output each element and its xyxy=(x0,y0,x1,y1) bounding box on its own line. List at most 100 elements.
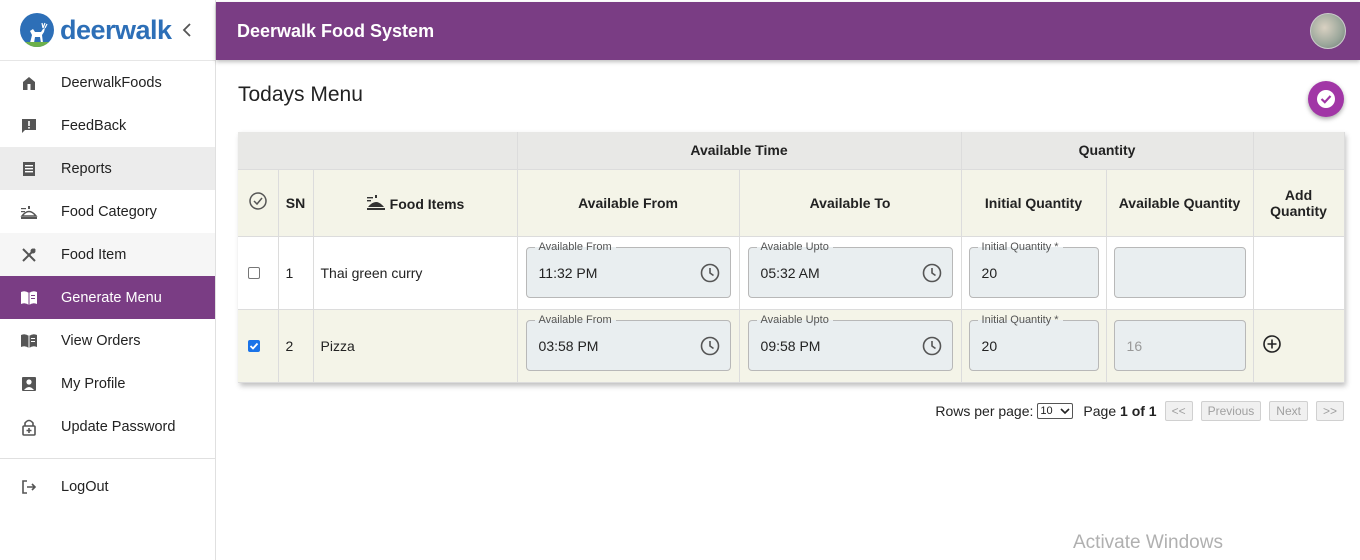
available-from-field[interactable]: Available From 03:58 PM xyxy=(525,314,731,371)
from-cell: Available From 11:32 PM xyxy=(517,236,740,310)
menu-book-icon xyxy=(20,289,38,307)
cutlery-icon xyxy=(20,246,38,264)
sidebar-item-reports[interactable]: Reports xyxy=(0,147,215,190)
row-select-cell xyxy=(238,309,279,383)
logo-row: deerwalk xyxy=(0,0,215,61)
select-all-header[interactable] xyxy=(238,169,279,237)
sidebar-item-feedback[interactable]: FeedBack xyxy=(0,104,215,147)
field-label: Initial Quantity * xyxy=(977,314,1063,326)
initial-cell: Initial Quantity * 20 xyxy=(961,309,1107,383)
confirm-menu-button[interactable] xyxy=(1308,81,1344,117)
clock-icon[interactable] xyxy=(700,336,720,356)
food-category-icon xyxy=(20,203,38,221)
add-circle-icon[interactable] xyxy=(1262,334,1282,354)
food-category-icon xyxy=(366,195,385,210)
field-label: Available From xyxy=(534,241,616,253)
deer-logo-icon xyxy=(20,13,54,47)
row-select-cell xyxy=(238,236,279,310)
column-header-food-items: Food Items xyxy=(313,169,518,237)
field-value: 03:58 PM xyxy=(538,338,599,354)
row-sn: 2 xyxy=(278,309,314,383)
available-cell: 16 xyxy=(1106,309,1254,383)
clock-icon[interactable] xyxy=(922,263,942,283)
sidebar-item-label: My Profile xyxy=(61,375,126,392)
sidebar-item-label: FeedBack xyxy=(61,117,127,134)
avatar[interactable] xyxy=(1310,13,1346,49)
logout-label: LogOut xyxy=(61,478,109,495)
brand-name: deerwalk xyxy=(60,14,172,45)
food-items-label: Food Items xyxy=(389,196,465,212)
rows-per-page-value: 10 xyxy=(1040,405,1053,417)
to-cell: Avaiable Upto 09:58 PM xyxy=(739,309,962,383)
table-row: 1 Thai green curry Available From 11:32 … xyxy=(238,236,1345,310)
row-checkbox[interactable] xyxy=(248,266,260,279)
check-circle-outline-icon xyxy=(249,192,267,210)
clock-icon[interactable] xyxy=(922,336,942,356)
sidebar-item-label: View Orders xyxy=(61,332,141,349)
sidebar-item-food-item[interactable]: Food Item xyxy=(0,233,215,276)
available-to-field[interactable]: Avaiable Upto 09:58 PM xyxy=(747,314,953,371)
field-label: Initial Quantity * xyxy=(977,241,1063,253)
group-header-available-time: Available Time xyxy=(517,132,962,170)
chevron-down-icon xyxy=(1060,408,1070,415)
rows-per-page-label: Rows per page: xyxy=(935,403,1034,419)
sidebar-item-generate-menu[interactable]: Generate Menu xyxy=(0,276,215,319)
column-header-available-quantity: Available Quantity xyxy=(1106,169,1254,237)
check-circle-icon xyxy=(1317,90,1335,108)
from-cell: Available From 03:58 PM xyxy=(517,309,740,383)
sidebar-divider xyxy=(0,458,215,459)
total-pages: 1 xyxy=(1148,403,1157,419)
previous-page-button[interactable]: Previous xyxy=(1200,401,1262,421)
available-quantity-field: 16 xyxy=(1113,320,1246,371)
sidebar-item-label: Food Category xyxy=(61,203,157,220)
initial-quantity-field[interactable]: Initial Quantity * 20 xyxy=(968,314,1099,371)
sidebar-item-label: Food Item xyxy=(61,246,127,263)
last-page-button[interactable]: >> xyxy=(1315,401,1344,421)
sidebar-item-my-profile[interactable]: My Profile xyxy=(0,362,215,405)
row-food-name: Thai green curry xyxy=(313,236,518,310)
row-checkbox[interactable] xyxy=(248,339,260,352)
page-indicator: Page 1 of 1 xyxy=(1083,403,1156,419)
collapse-sidebar-button[interactable] xyxy=(179,20,195,40)
column-header-add-quantity: Add Quantity xyxy=(1253,169,1345,237)
available-to-field[interactable]: Avaiable Upto 05:32 AM xyxy=(747,241,953,298)
next-page-button[interactable]: Next xyxy=(1269,401,1308,421)
field-value: 09:58 PM xyxy=(760,338,821,354)
sidebar-item-label: Generate Menu xyxy=(61,289,162,306)
home-icon xyxy=(20,74,38,92)
field-label: Available From xyxy=(534,314,616,326)
group-header-empty xyxy=(238,132,518,170)
logout-button[interactable]: LogOut xyxy=(0,465,215,508)
receipt-icon xyxy=(20,160,38,178)
column-header-sn: SN xyxy=(278,169,314,237)
of-label: of xyxy=(1131,403,1145,419)
sidebar-item-update-password[interactable]: Update Password xyxy=(0,405,215,448)
sidebar-item-label: DeerwalkFoods xyxy=(61,74,162,91)
row-sn: 1 xyxy=(278,236,314,310)
first-page-button[interactable]: << xyxy=(1164,401,1193,421)
sidebar-item-deerwalkfoods[interactable]: DeerwalkFoods xyxy=(0,61,215,104)
row-food-name: Pizza xyxy=(313,309,518,383)
profile-icon xyxy=(20,375,38,393)
pagination: Rows per page: 10 Page 1 of 1 << Previou… xyxy=(238,400,1344,422)
clock-icon[interactable] xyxy=(700,263,720,283)
field-value: 20 xyxy=(981,265,998,281)
sidebar-item-label: Update Password xyxy=(61,418,176,435)
sidebar-item-label: Reports xyxy=(61,160,112,177)
sidebar-item-view-orders[interactable]: View Orders xyxy=(0,319,215,362)
menu-table: Available Time Quantity SN Food Items Av… xyxy=(238,132,1345,383)
app-title: Deerwalk Food System xyxy=(237,20,435,41)
initial-quantity-field[interactable]: Initial Quantity * 20 xyxy=(968,241,1099,298)
available-from-field[interactable]: Available From 11:32 PM xyxy=(525,241,731,298)
add-quantity-cell xyxy=(1253,236,1345,310)
field-value: 11:32 PM xyxy=(538,265,598,281)
field-label: Avaiable Upto xyxy=(756,241,833,253)
rows-per-page-select[interactable]: 10 xyxy=(1037,403,1074,419)
chevron-left-icon xyxy=(182,23,191,37)
windows-activation-watermark: Activate Windows xyxy=(1073,532,1223,553)
logout-icon xyxy=(20,478,38,496)
page-label: Page xyxy=(1083,403,1117,419)
field-value: 05:32 AM xyxy=(760,265,820,281)
current-page: 1 xyxy=(1120,403,1128,419)
sidebar-item-food-category[interactable]: Food Category xyxy=(0,190,215,233)
